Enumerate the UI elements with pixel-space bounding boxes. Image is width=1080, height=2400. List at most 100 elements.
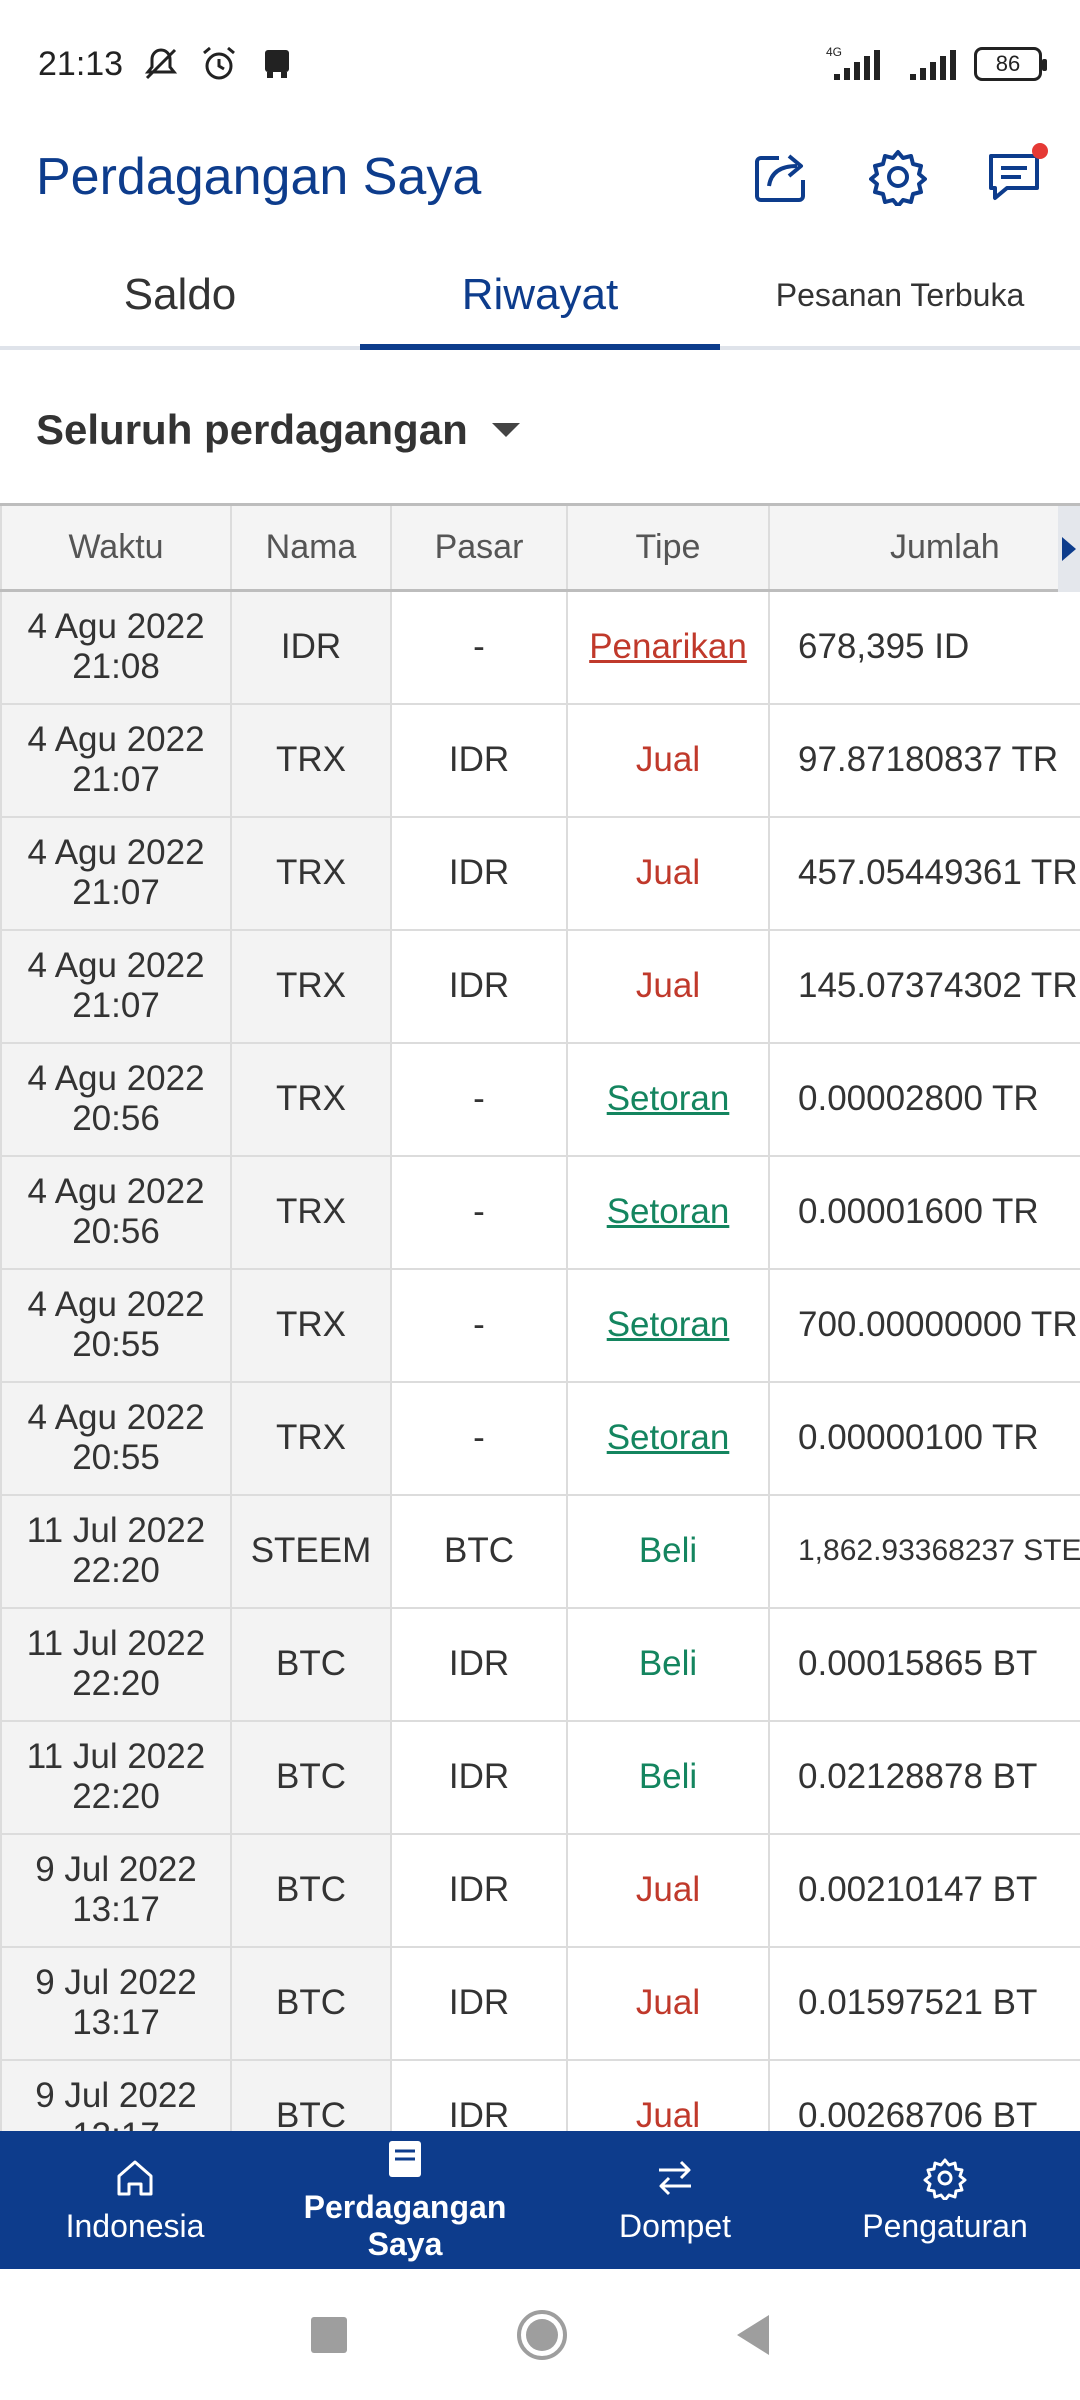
cell-nama: TRX (230, 815, 392, 931)
table-row[interactable]: 4 Agu 2022 20:55 TRX - Setoran 700.00000000 T… (0, 1267, 1080, 1383)
cell-tipe-text[interactable]: Setoran (607, 1079, 730, 1118)
column-header-jumlah-label: Jumlah (890, 528, 1000, 566)
trade-filter-dropdown[interactable]: Seluruh perdagangan (36, 395, 520, 465)
cell-nama: STEEM (230, 1493, 392, 1609)
cell-nama-text: IDR (280, 627, 342, 667)
column-header-nama[interactable]: Nama (230, 503, 392, 592)
status-icons-right: 4G 86 (824, 44, 1047, 84)
table-row[interactable]: 11 Jul 2022 22:20 BTC IDR Beli 0.00015865 BT (0, 1606, 1080, 1722)
transfer-icon (659, 2160, 691, 2195)
cell-jumlah-text: 0.02128878 BT (798, 1757, 1038, 1796)
nav-pengaturan[interactable]: Pengaturan (810, 2131, 1080, 2269)
cell-tipe: Jual (566, 815, 770, 931)
cell-time: 20:55 (72, 1325, 160, 1364)
cell-tipe: Jual (566, 2058, 770, 2131)
cell-jumlah: 0.00001600 TR (768, 1154, 1080, 1270)
column-header-tipe[interactable]: Tipe (566, 503, 770, 592)
cell-jumlah: 0.00000100 TR (768, 1380, 1080, 1496)
table-row[interactable]: 9 Jul 2022 13:17 BTC IDR Jual 0.01597521 BT (0, 1945, 1080, 2061)
cell-pasar: - (390, 589, 568, 705)
gear-icon (923, 2158, 967, 2200)
table-row[interactable]: 9 Jul 2022 13:17 BTC IDR Jual 0.00210147 BT (0, 1832, 1080, 1948)
cell-tipe-text[interactable]: Penarikan (589, 627, 747, 666)
cell-waktu: 9 Jul 202213:17 (0, 1832, 232, 1948)
cell-nama-text: TRX (276, 1418, 346, 1457)
cell-pasar: IDR (390, 1945, 568, 2061)
cell-jumlah-text: 0.00002800 TR (798, 1079, 1039, 1118)
cell-time: 20:56 (72, 1212, 160, 1251)
tab-pesanan-terbuka[interactable]: Pesanan Terbuka (720, 244, 1080, 346)
cell-jumlah-text: 97.87180837 TR (798, 740, 1059, 779)
tab-saldo[interactable]: Saldo (0, 244, 360, 346)
cell-nama-text: TRX (276, 1305, 346, 1344)
recent-apps-button[interactable] (311, 2316, 347, 2353)
cell-pasar: IDR (390, 928, 568, 1044)
nav-perdagangan-saya[interactable]: Perdagangan Saya (270, 2131, 540, 2269)
cell-jumlah-text: 678,395 ID (798, 627, 970, 667)
nav-dompet[interactable]: Dompet (540, 2131, 810, 2269)
cell-time: 22:20 (72, 1551, 160, 1590)
nav-indonesia[interactable]: Indonesia (0, 2131, 270, 2269)
cell-nama: BTC (230, 1719, 392, 1835)
tab-riwayat[interactable]: Riwayat (360, 244, 720, 350)
header-actions (752, 143, 1048, 207)
table-row[interactable]: 4 Agu 2022 20:56 TRX - Setoran 0.00002800 TR (0, 1041, 1080, 1157)
column-header-waktu[interactable]: Waktu (0, 503, 232, 592)
bottom-navigation: Indonesia Perdagangan Saya Dompet Pengat… (0, 2131, 1080, 2269)
cell-tipe: Beli (566, 1493, 770, 1609)
cell-nama-text: BTC (276, 1757, 346, 1796)
home-icon (117, 2160, 153, 2196)
cell-date: 4 Agu 2022 (27, 1284, 205, 1324)
cell-nama: TRX (230, 702, 392, 818)
cell-pasar: IDR (390, 702, 568, 818)
cell-nama-text: BTC (276, 1644, 346, 1683)
cell-tipe: Beli (566, 1719, 770, 1835)
cell-pasar: - (390, 1267, 568, 1383)
page-title: Perdagangan Saya (36, 148, 482, 206)
system-navigation-bar (0, 2269, 1080, 2400)
cell-tipe-text: Jual (635, 1870, 701, 1909)
battery-level: 86 (995, 51, 1021, 76)
chat-icon (989, 154, 1039, 200)
cell-nama: BTC (230, 1945, 392, 2061)
cell-tipe: Setoran (566, 1380, 770, 1496)
share-button[interactable] (752, 147, 812, 207)
table-row[interactable]: 4 Agu 2022 21:07 TRX IDR Jual 457.05449361 TR (0, 815, 1080, 931)
table-row[interactable]: 11 Jul 2022 22:20 STEEM BTC Beli 1,862.933682… (0, 1493, 1080, 1609)
history-table-container[interactable]: Waktu Nama Pasar Tipe Jumlah 4 Agu 2022 2… (0, 503, 1080, 2131)
column-header-pasar[interactable]: Pasar (390, 503, 568, 592)
cell-tipe-text: Beli (638, 1644, 698, 1683)
cell-pasar: IDR (390, 1719, 568, 1835)
settings-button[interactable] (868, 147, 928, 207)
table-row[interactable]: 9 Jul 202213:17 BTC IDR Jual 0.00268706 BT (0, 2058, 1080, 2131)
cell-time: 20:56 (72, 1099, 160, 1138)
table-row[interactable]: 11 Jul 2022 22:20 BTC IDR Beli 0.02128878 BT (0, 1719, 1080, 1835)
table-row[interactable]: 4 Agu 2022 20:56 TRX - Setoran 0.00001600 TR (0, 1154, 1080, 1270)
scroll-right-arrow-icon[interactable] (1058, 506, 1080, 592)
cell-pasar-text: IDR (448, 1644, 510, 1683)
cell-tipe-text[interactable]: Setoran (607, 1192, 730, 1231)
cell-date: 9 Jul 2022 (35, 2075, 197, 2115)
back-button[interactable] (737, 2314, 769, 2355)
tab-bar: Saldo Riwayat Pesanan Terbuka (0, 244, 1080, 350)
table-row[interactable]: 4 Agu 2022 21:07 TRX IDR Jual 97.87180837 TR (0, 702, 1080, 818)
column-header-jumlah[interactable]: Jumlah (768, 503, 1080, 592)
table-row[interactable]: 4 Agu 2022 20:55 TRX - Setoran 0.00000100 TR (0, 1380, 1080, 1496)
cell-tipe: Setoran (566, 1154, 770, 1270)
home-button[interactable] (517, 2309, 567, 2360)
messages-button[interactable] (984, 143, 1048, 207)
cell-tipe-text[interactable]: Setoran (607, 1418, 730, 1457)
cell-pasar: - (390, 1380, 568, 1496)
cell-nama: TRX (230, 1154, 392, 1270)
cell-pasar-text: IDR (448, 740, 510, 779)
cell-tipe-text[interactable]: Setoran (607, 1305, 730, 1344)
cell-waktu: 9 Jul 202213:17 (0, 1945, 232, 2061)
table-row[interactable]: 4 Agu 2022 21:07 TRX IDR Jual 145.07374302 TR (0, 928, 1080, 1044)
table-body: 4 Agu 2022 21:08 IDR - Penarikan 678,395 ID 4 … (0, 589, 1080, 2131)
cell-jumlah: 457.05449361 TR (768, 815, 1080, 931)
cell-waktu: 4 Agu 2022 21:07 (0, 928, 232, 1044)
status-time: 21:13 (38, 44, 124, 83)
cell-date: 4 Agu 2022 (27, 1397, 205, 1437)
cell-pasar-text: IDR (448, 2096, 510, 2131)
table-row[interactable]: 4 Agu 2022 21:08 IDR - Penarikan 678,395 ID (0, 589, 1080, 705)
